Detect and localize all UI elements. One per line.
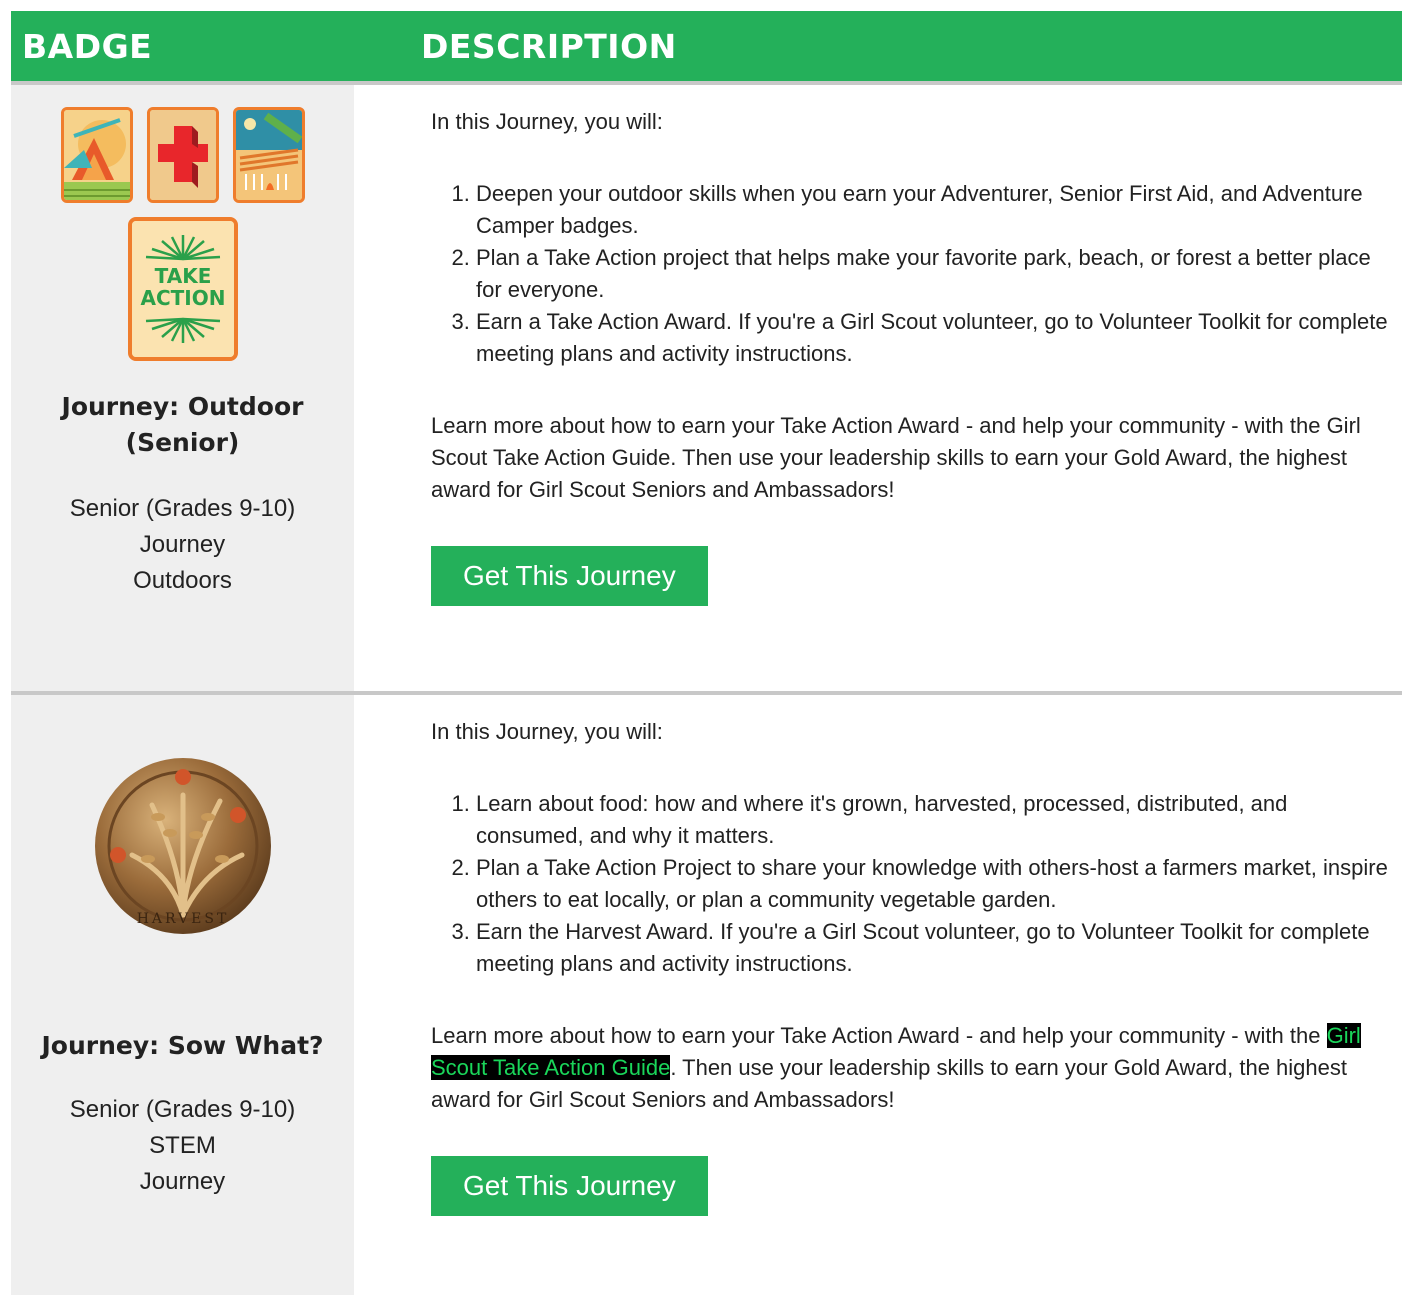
badge-type: Journey [139,1168,226,1195]
list-item: Earn a Take Action Award. If you're a Gi… [476,306,1388,370]
learn-more-text: Learn more about how to earn your Take A… [431,1020,1388,1116]
list-item: Deepen your outdoor skills when you earn… [476,178,1388,242]
badge-images [60,107,305,203]
harvest-pin-image: HARVEST [92,755,274,942]
learn-more-text: Learn more about how to earn your Take A… [431,413,1361,502]
description-cell: In this Journey, you will: Deepen your o… [354,85,1402,691]
list-item: Learn about food: how and where it's gro… [476,788,1388,852]
list-item: Plan a Take Action project that helps ma… [476,242,1388,306]
badge-meta: Senior (Grades 9-10) Journey Outdoors [70,491,295,599]
adventure-camper-badge-image [232,107,305,203]
get-this-journey-button[interactable]: Get This Journey [431,1156,708,1216]
get-this-journey-button[interactable]: Get This Journey [431,546,708,606]
steps-list: Deepen your outdoor skills when you earn… [431,178,1388,370]
table-row: TAKE ACTION Journey: Outdoor (Senior) Se… [11,85,1402,691]
take-action-text-2: ACTION [140,286,225,310]
badge-title: Journey: Sow What? [41,1031,324,1060]
take-action-text-1: TAKE [154,264,211,288]
badge-level: Senior (Grades 9-10) [69,1096,296,1123]
badge-type: Journey [139,531,226,558]
intro-text: In this Journey, you will: [431,719,663,744]
harvest-pin-text: HARVEST [136,911,229,927]
badge-title: Journey: Outdoor (Senior) [61,392,304,457]
table-header: BADGE DESCRIPTION [11,11,1402,85]
learn-more-before: Learn more about how to earn your Take A… [431,1023,1327,1048]
first-aid-badge-image [146,107,219,203]
list-item: Plan a Take Action Project to share your… [476,852,1388,916]
journey-table: BADGE DESCRIPTION TAKE ACTION Journey: O… [11,11,1402,1295]
badge-meta: Senior (Grades 9-10) STEM Journey [70,1092,295,1200]
badge-category: STEM [149,1132,216,1159]
header-description: DESCRIPTION [421,26,677,66]
badge-category: Outdoors [133,567,232,594]
header-badge: BADGE [22,26,153,66]
badge-level: Senior (Grades 9-10) [69,495,296,522]
badge-cell: HARVEST Journey: Sow What? Senior (Grade… [11,695,354,1295]
description-cell: In this Journey, you will: Learn about f… [354,695,1402,1295]
table-row: HARVEST Journey: Sow What? Senior (Grade… [11,691,1402,1295]
list-item: Earn the Harvest Award. If you're a Girl… [476,916,1388,980]
steps-list: Learn about food: how and where it's gro… [431,788,1388,980]
take-action-badge-image: TAKE ACTION [127,217,238,361]
badge-cell: TAKE ACTION Journey: Outdoor (Senior) Se… [11,85,354,691]
adventurer-badge-image [60,107,133,203]
intro-text: In this Journey, you will: [431,109,663,134]
